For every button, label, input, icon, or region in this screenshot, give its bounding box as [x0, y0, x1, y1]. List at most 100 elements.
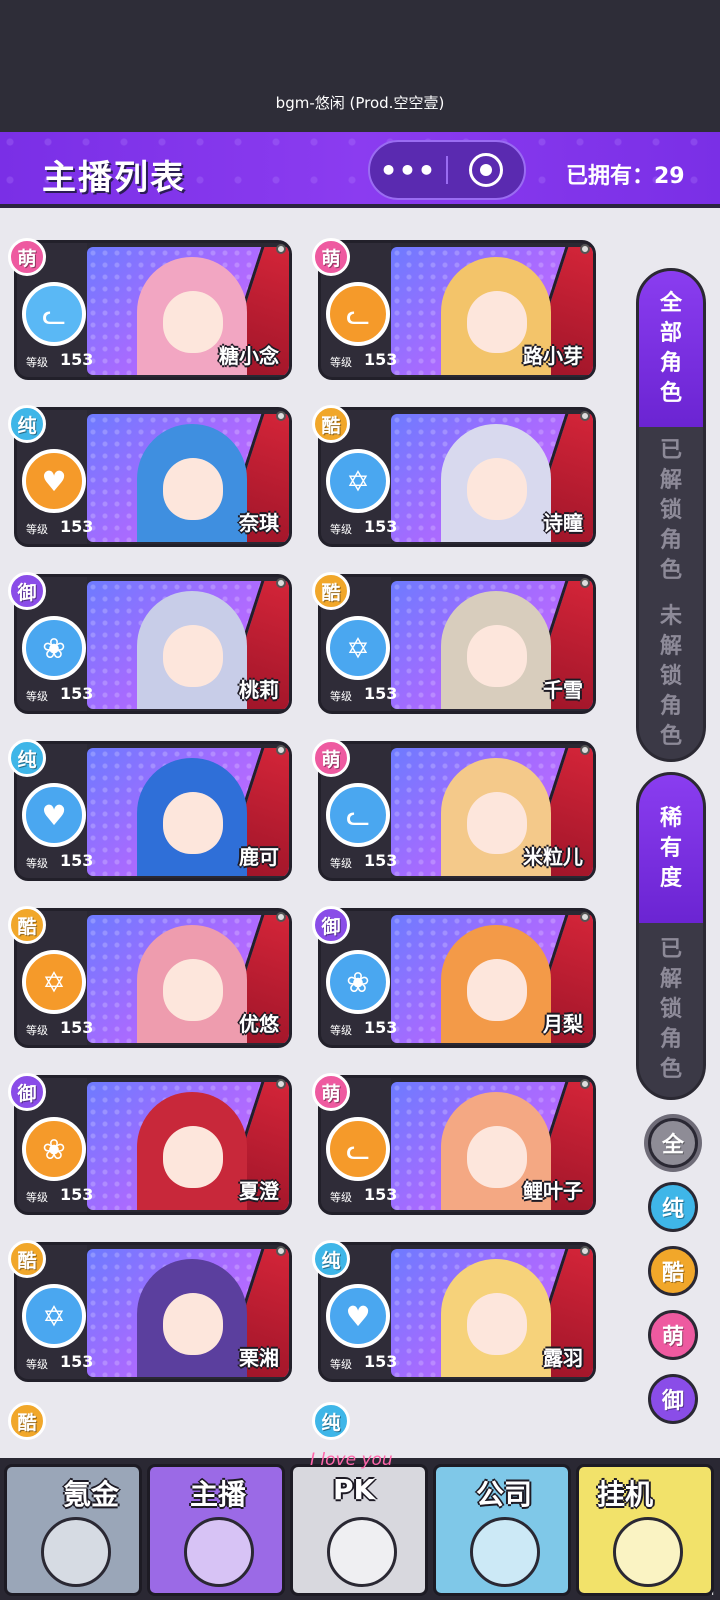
pin-dot	[276, 578, 286, 588]
piggy-icon	[613, 1517, 683, 1587]
level-value: 153	[60, 684, 94, 703]
pin-dot	[580, 1246, 590, 1256]
streamer-card[interactable]: 桃莉 御 ❀ 等级 153	[8, 572, 292, 716]
level-value: 153	[60, 350, 94, 369]
filter-0[interactable]: 全部角色	[639, 271, 703, 427]
streamer-name: 诗瞳	[543, 511, 583, 535]
filter-char: 色	[659, 381, 682, 406]
star-icon: ✡	[326, 449, 390, 513]
coins-icon	[41, 1517, 111, 1587]
rarity-circle-0[interactable]: 全	[648, 1118, 698, 1168]
level-value: 153	[60, 517, 94, 536]
filter-2[interactable]: 未解锁角色	[639, 595, 703, 759]
character-face	[467, 1126, 527, 1188]
star-icon: ✡	[326, 616, 390, 680]
rarity-filter-1[interactable]: 已解锁角色	[639, 923, 703, 1097]
filter-char: 未	[659, 604, 682, 629]
streamer-name: 千雪	[543, 678, 583, 702]
rarity-circle-3[interactable]: 萌	[648, 1310, 698, 1360]
level-value: 153	[364, 1018, 398, 1037]
filter-char: 角	[659, 351, 682, 376]
character-face	[467, 458, 527, 520]
streamer-card[interactable]: 栗湘 酷 ✡ 等级 153	[8, 1240, 292, 1384]
streamer-card[interactable]: 诗瞳 酷 ✡ 等级 153	[312, 405, 596, 549]
filter-char: 解	[659, 468, 682, 493]
streamer-card[interactable]: 优悠 酷 ✡ 等级 153	[8, 906, 292, 1050]
level-label: 等级	[26, 523, 48, 536]
rarity-tag: 酷	[312, 405, 350, 443]
streamer-name: 鹿可	[239, 845, 279, 869]
level-value: 153	[364, 1185, 398, 1204]
streamer-name: 奈琪	[239, 511, 279, 535]
streamer-card[interactable]: 夏澄 御 ❀ 等级 153	[8, 1073, 292, 1217]
cat-icon: ᓚ	[326, 783, 390, 847]
rarity-tag: 御	[312, 906, 350, 944]
cat-icon: ᓚ	[22, 282, 86, 346]
character-face	[163, 1293, 223, 1355]
filter-char: 色	[659, 1057, 682, 1082]
nav-pk[interactable]: PK	[290, 1464, 428, 1596]
level-label: 等级	[26, 857, 48, 870]
streamer-card[interactable]: 米粒儿 萌 ᓚ 等级 153	[312, 739, 596, 883]
pin-dot	[580, 912, 590, 922]
filter-1[interactable]: 已解锁角色	[639, 427, 703, 595]
streamer-name: 露羽	[543, 1346, 583, 1370]
pin-dot	[276, 1079, 286, 1089]
pin-dot	[580, 745, 590, 755]
level-label: 等级	[330, 356, 352, 369]
streamer-name: 夏澄	[239, 1179, 279, 1203]
nav-label: 公司	[476, 1478, 533, 1511]
love-text: I love you	[310, 1450, 393, 1470]
rarity-tag: 纯	[312, 1240, 350, 1278]
rarity-tag: 酷	[8, 1240, 46, 1278]
pin-dot	[580, 244, 590, 254]
rose-icon: ❀	[22, 1117, 86, 1181]
character-face	[163, 625, 223, 687]
rarity-tag: 萌	[312, 238, 350, 276]
filter-char: 全	[659, 291, 682, 316]
streamer-name: 优悠	[239, 1012, 279, 1036]
filter-char: 锁	[659, 664, 682, 689]
streamer-card[interactable]: 路小芽 萌 ᓚ 等级 153	[312, 238, 596, 382]
character-face	[163, 291, 223, 353]
rarity-circle-4[interactable]: 御	[648, 1374, 698, 1424]
filter-char: 部	[659, 321, 682, 346]
character-face	[467, 1293, 527, 1355]
streamer-card[interactable]: 鹿可 纯 ♥ 等级 153	[8, 739, 292, 883]
filter-char: 稀	[659, 806, 682, 831]
level-value: 153	[364, 517, 398, 536]
filter-char: 已	[659, 438, 682, 463]
rarity-circle-1[interactable]: 纯	[648, 1182, 698, 1232]
rose-icon: ❀	[22, 616, 86, 680]
streamer-card[interactable]: 奈琪 纯 ♥ 等级 153	[8, 405, 292, 549]
rarity-tag: 酷	[312, 572, 350, 610]
pin-dot	[276, 912, 286, 922]
character-face	[163, 458, 223, 520]
level-label: 等级	[26, 690, 48, 703]
filter-char: 度	[659, 866, 682, 891]
rarity-tag: 纯	[8, 739, 46, 777]
streamer-card[interactable]: 月梨 御 ❀ 等级 153	[312, 906, 596, 1050]
character-face	[467, 625, 527, 687]
streamer-card[interactable]: 糖小念 萌 ᓚ 等级 153	[8, 238, 292, 382]
close-button[interactable]	[448, 142, 524, 198]
filter-char: 锁	[659, 498, 682, 523]
nav-piggy[interactable]: 挂机	[576, 1464, 714, 1596]
streamer-card[interactable]: 露羽 纯 ♥ 等级 153	[312, 1240, 596, 1384]
more-button[interactable]: •••	[370, 142, 446, 198]
nav-building[interactable]: 公司	[433, 1464, 571, 1596]
rarity-tag: 萌	[312, 1073, 350, 1111]
streamer-name: 鲤叶子	[523, 1179, 583, 1203]
nav-coins[interactable]: 氪金	[4, 1464, 142, 1596]
rarity-filter-0[interactable]: 稀有度	[639, 775, 703, 923]
pin-dot	[580, 411, 590, 421]
level-value: 153	[364, 684, 398, 703]
filter-char: 解	[659, 634, 682, 659]
nav-streamer[interactable]: 主播	[147, 1464, 285, 1596]
streamer-card[interactable]: 鲤叶子 萌 ᓚ 等级 153	[312, 1073, 596, 1217]
rarity-circle-2[interactable]: 酷	[648, 1246, 698, 1296]
pin-dot	[276, 1246, 286, 1256]
level-value: 153	[60, 1352, 94, 1371]
level-label: 等级	[330, 1024, 352, 1037]
streamer-card[interactable]: 千雪 酷 ✡ 等级 153	[312, 572, 596, 716]
